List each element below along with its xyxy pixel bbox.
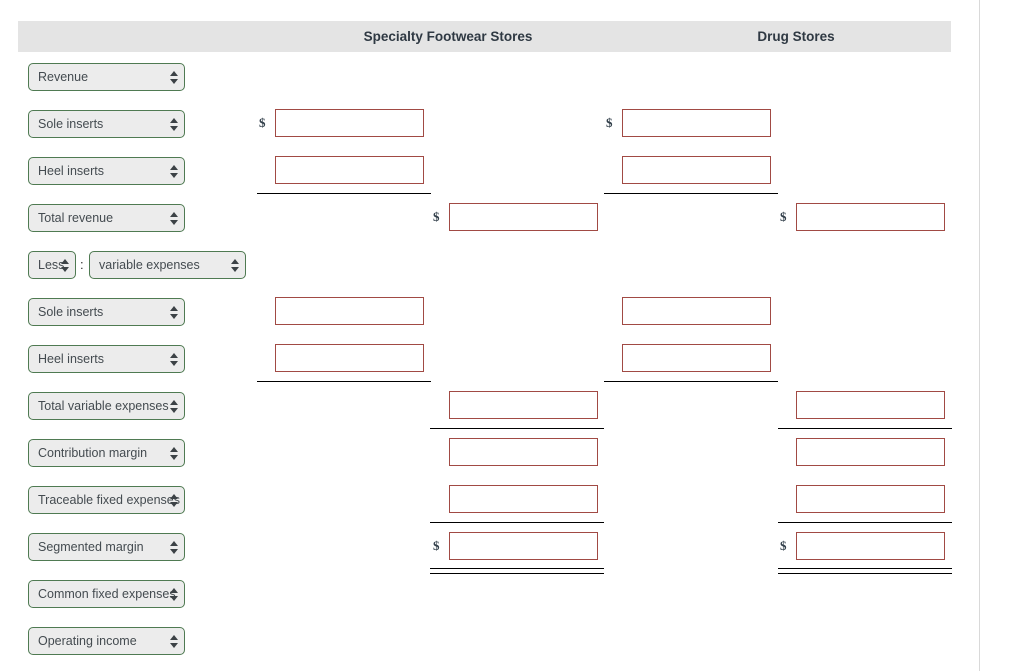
currency-symbol: $ <box>433 209 440 224</box>
amount-input-heel-inserts-variable-specialty[interactable] <box>275 344 424 372</box>
table-row-heel-inserts-revenue: Heel inserts <box>0 148 1024 195</box>
table-row-segmented-margin: Segmented margin $ $ <box>0 524 1024 571</box>
account-select-heel-inserts-revenue[interactable]: Heel inserts <box>28 157 185 185</box>
amount-input-heel-inserts-variable-drug[interactable] <box>622 344 771 372</box>
chevron-updown-icon <box>170 350 179 370</box>
chevron-updown-icon <box>170 68 179 88</box>
account-select-label: Traceable fixed expenses <box>38 493 180 507</box>
account-select-sole-inserts-revenue[interactable]: Sole inserts <box>28 110 185 138</box>
column-header-drug-stores: Drug Stores <box>757 29 835 44</box>
currency-symbol: $ <box>780 538 787 553</box>
currency-symbol: $ <box>780 209 787 224</box>
amount-input-heel-inserts-revenue-specialty[interactable] <box>275 156 424 184</box>
chevron-updown-icon <box>170 397 179 417</box>
table-row-sole-inserts-revenue: Sole inserts $ $ <box>0 101 1024 148</box>
account-select-label: Heel inserts <box>38 164 104 178</box>
amount-input-segmented-margin-specialty[interactable] <box>449 532 598 560</box>
amount-input-traceable-fixed-expenses-specialty[interactable] <box>449 485 598 513</box>
table-row-common-fixed-expenses: Common fixed expenses <box>0 571 1024 618</box>
table-row-less-variable-expenses: Less : variable expenses <box>0 242 1024 289</box>
account-select-label: Operating income <box>38 634 137 648</box>
account-select-sole-inserts-variable[interactable]: Sole inserts <box>28 298 185 326</box>
chevron-updown-icon <box>170 162 179 182</box>
chevron-updown-icon <box>61 256 70 276</box>
chevron-updown-icon <box>170 115 179 135</box>
account-select-label: Total revenue <box>38 211 114 225</box>
table-row-traceable-fixed-expenses: Traceable fixed expenses <box>0 477 1024 524</box>
amount-input-total-variable-expenses-drug[interactable] <box>796 391 945 419</box>
chevron-updown-icon <box>170 303 179 323</box>
account-select-common-fixed-expenses[interactable]: Common fixed expenses <box>28 580 185 608</box>
chevron-updown-icon <box>170 585 179 605</box>
subtotal-rule-contribution-specialty <box>430 428 604 429</box>
account-select-label: variable expenses <box>99 258 200 272</box>
table-row-total-variable-expenses: Total variable expenses <box>0 383 1024 430</box>
subtotal-rule-variable-specialty <box>257 381 431 382</box>
account-select-operating-income[interactable]: Operating income <box>28 627 185 655</box>
amount-input-total-revenue-drug[interactable] <box>796 203 945 231</box>
account-select-segmented-margin[interactable]: Segmented margin <box>28 533 185 561</box>
chevron-updown-icon <box>170 209 179 229</box>
account-select-revenue[interactable]: Revenue <box>28 63 185 91</box>
chevron-updown-icon <box>170 632 179 652</box>
table-row-total-revenue: Total revenue $ $ <box>0 195 1024 242</box>
table-row-operating-income: Operating income <box>0 618 1024 665</box>
account-select-heel-inserts-variable[interactable]: Heel inserts <box>28 345 185 373</box>
account-select-label: Contribution margin <box>38 446 148 460</box>
amount-input-heel-inserts-revenue-drug[interactable] <box>622 156 771 184</box>
account-select-label: Revenue <box>38 70 89 84</box>
chevron-updown-icon <box>170 444 179 464</box>
account-select-variable-expenses[interactable]: variable expenses <box>89 251 246 279</box>
column-header-specialty-footwear-stores: Specialty Footwear Stores <box>363 29 533 44</box>
amount-input-sole-inserts-variable-specialty[interactable] <box>275 297 424 325</box>
amount-input-traceable-fixed-expenses-drug[interactable] <box>796 485 945 513</box>
amount-input-contribution-margin-specialty[interactable] <box>449 438 598 466</box>
account-select-label: Common fixed expenses <box>38 587 176 601</box>
chevron-updown-icon <box>231 256 240 276</box>
table-header-band: Specialty Footwear Stores Drug Stores <box>18 21 951 52</box>
amount-input-segmented-margin-drug[interactable] <box>796 532 945 560</box>
chevron-updown-icon <box>170 538 179 558</box>
amount-input-total-variable-expenses-specialty[interactable] <box>449 391 598 419</box>
subtotal-rule-segmented-drug <box>778 522 952 523</box>
account-select-label: Sole inserts <box>38 117 104 131</box>
chevron-updown-icon <box>170 491 179 511</box>
amount-input-sole-inserts-revenue-specialty[interactable] <box>275 109 424 137</box>
amount-input-sole-inserts-variable-drug[interactable] <box>622 297 771 325</box>
amount-input-total-revenue-specialty[interactable] <box>449 203 598 231</box>
account-select-label: Sole inserts <box>38 305 104 319</box>
account-select-traceable-fixed-expenses[interactable]: Traceable fixed expenses <box>28 486 185 514</box>
account-select-total-revenue[interactable]: Total revenue <box>28 204 185 232</box>
account-select-total-variable-expenses[interactable]: Total variable expenses <box>28 392 185 420</box>
subtotal-rule-segmented-specialty <box>430 522 604 523</box>
account-select-contribution-margin[interactable]: Contribution margin <box>28 439 185 467</box>
subtotal-rule-revenue-drug <box>604 193 778 194</box>
currency-symbol: $ <box>606 115 613 130</box>
table-row-sole-inserts-variable: Sole inserts <box>0 289 1024 336</box>
account-select-label: Total variable expenses <box>38 399 169 413</box>
subtotal-rule-revenue-specialty <box>257 193 431 194</box>
currency-symbol: $ <box>259 115 266 130</box>
less-select[interactable]: Less <box>28 251 76 279</box>
colon-separator: : <box>80 257 84 272</box>
table-row-revenue: Revenue <box>0 54 1024 101</box>
amount-input-sole-inserts-revenue-drug[interactable] <box>622 109 771 137</box>
subtotal-rule-contribution-drug <box>778 428 952 429</box>
table-row-contribution-margin: Contribution margin <box>0 430 1024 477</box>
currency-symbol: $ <box>433 538 440 553</box>
subtotal-rule-variable-drug <box>604 381 778 382</box>
account-select-label: Heel inserts <box>38 352 104 366</box>
amount-input-contribution-margin-drug[interactable] <box>796 438 945 466</box>
table-row-heel-inserts-variable: Heel inserts <box>0 336 1024 383</box>
account-select-label: Segmented margin <box>38 540 144 554</box>
